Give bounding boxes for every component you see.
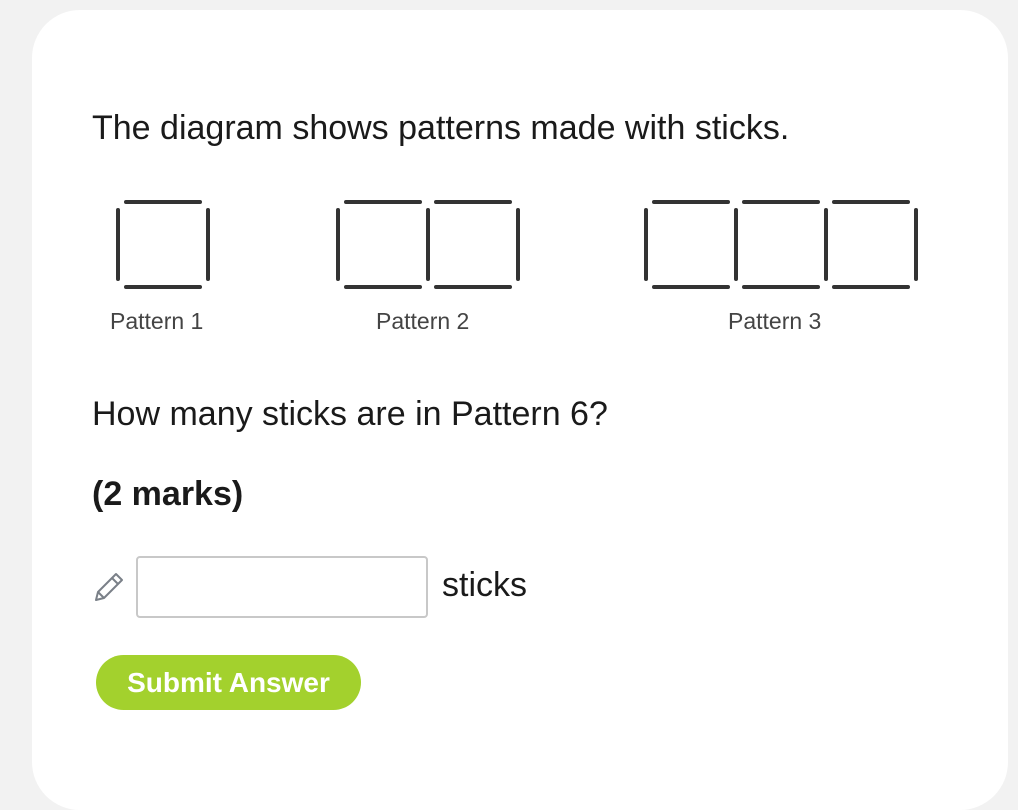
submit-answer-button[interactable]: Submit Answer	[96, 655, 361, 710]
answer-unit-label: sticks	[442, 566, 527, 604]
question-prompt: How many sticks are in Pattern 6?	[92, 395, 608, 433]
pencil-icon	[95, 573, 123, 601]
question-intro: The diagram shows patterns made with sti…	[92, 109, 790, 147]
pattern-label-3: Pattern 3	[728, 308, 822, 334]
pattern-label-1: Pattern 1	[110, 308, 204, 334]
marks-label: (2 marks)	[92, 475, 244, 513]
answer-input[interactable]	[136, 556, 428, 618]
pattern-label-2: Pattern 2	[376, 308, 470, 334]
